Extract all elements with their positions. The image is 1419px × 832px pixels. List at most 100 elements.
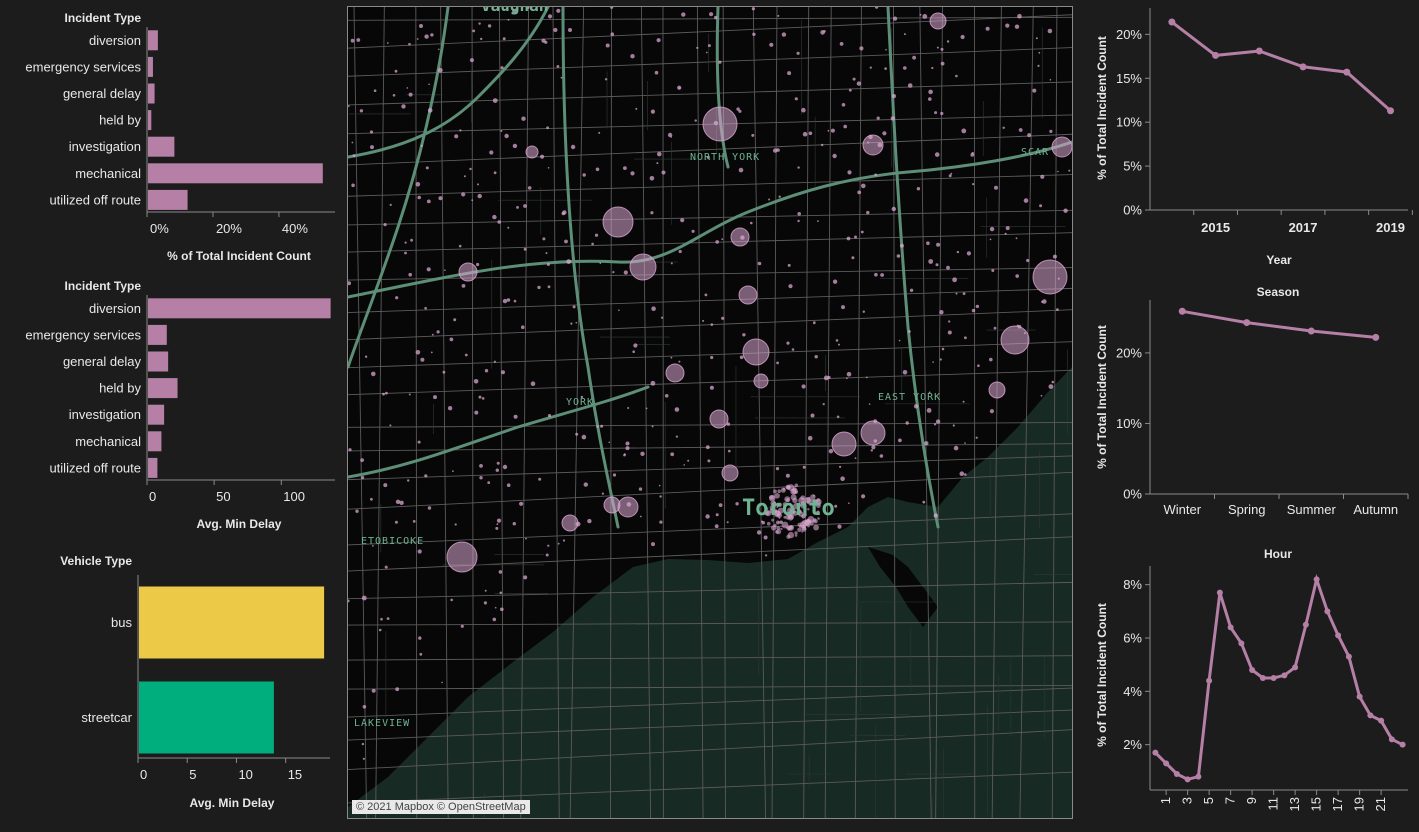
bar-emergency-services[interactable] <box>148 324 167 345</box>
data-point[interactable] <box>1399 741 1406 748</box>
data-point[interactable] <box>1195 773 1202 780</box>
data-point[interactable] <box>1387 107 1395 115</box>
incident-hotspot[interactable] <box>730 227 750 247</box>
incident-hotspot[interactable] <box>561 514 579 532</box>
incident-hotspot[interactable] <box>617 496 639 518</box>
incident-hotspot[interactable] <box>1051 136 1072 158</box>
data-point[interactable] <box>1372 333 1380 341</box>
incident-hotspot[interactable] <box>753 373 769 389</box>
data-point[interactable] <box>1302 621 1309 628</box>
incident-hotspot[interactable] <box>525 145 539 159</box>
data-point[interactable] <box>1292 664 1299 671</box>
data-point[interactable] <box>1299 63 1307 71</box>
bar-held-by[interactable] <box>148 378 178 399</box>
incident-point <box>807 435 813 441</box>
data-point[interactable] <box>1270 675 1277 681</box>
data-point[interactable] <box>1249 667 1256 673</box>
map-canvas[interactable]: Vaughan NORTH YORK SCAR YORK EAST YORK T… <box>348 7 1072 818</box>
incident-hotspot[interactable] <box>603 496 621 514</box>
incident-hotspot[interactable] <box>738 285 758 305</box>
data-point[interactable] <box>1307 327 1315 335</box>
data-point[interactable] <box>1281 672 1288 679</box>
bar-utilized-off-route[interactable] <box>148 457 158 478</box>
data-point[interactable] <box>1184 776 1191 783</box>
bar-diversion[interactable] <box>148 298 331 319</box>
data-point[interactable] <box>1343 68 1351 76</box>
incident-hotspot[interactable] <box>665 363 685 383</box>
data-point[interactable] <box>1212 51 1220 59</box>
data-point[interactable] <box>1356 693 1363 700</box>
incident-point <box>787 263 791 267</box>
bar-investigation[interactable] <box>148 404 165 425</box>
tick-label: 0% <box>150 221 169 236</box>
incident-hotspot[interactable] <box>860 420 886 446</box>
incident-point <box>846 236 851 241</box>
data-point[interactable] <box>1168 18 1176 26</box>
incident-hotspot[interactable] <box>458 262 478 282</box>
category-label-mechanical: mechanical <box>75 434 141 449</box>
data-point[interactable] <box>1238 640 1245 647</box>
bar-general-delay[interactable] <box>148 83 155 104</box>
incident-hotspot[interactable] <box>446 541 478 573</box>
bar-emergency-services[interactable] <box>148 56 153 77</box>
data-point[interactable] <box>1216 589 1223 596</box>
incident-point <box>794 531 798 535</box>
series-line[interactable] <box>1170 20 1392 112</box>
data-point[interactable] <box>1313 576 1320 583</box>
data-point[interactable] <box>1324 608 1331 615</box>
hour-tick-label: 5 <box>1201 797 1216 804</box>
data-point[interactable] <box>1378 717 1385 724</box>
incident-hotspot[interactable] <box>721 464 739 482</box>
incident-hotspot[interactable] <box>988 381 1006 399</box>
data-point[interactable] <box>1178 307 1186 315</box>
incident-point <box>1052 254 1057 259</box>
data-point[interactable] <box>1255 47 1263 55</box>
incident-hotspot[interactable] <box>1032 259 1068 295</box>
data-point[interactable] <box>1163 760 1170 767</box>
data-point[interactable] <box>1335 632 1342 639</box>
data-point[interactable] <box>1206 677 1213 684</box>
bar-general-delay[interactable] <box>148 351 169 372</box>
series-line[interactable] <box>1154 573 1404 781</box>
incident-point <box>802 131 808 137</box>
incident-hotspot[interactable] <box>602 206 634 238</box>
data-point[interactable] <box>1243 319 1251 327</box>
map-attribution[interactable]: © 2021 Mapbox © OpenStreetMap <box>352 800 530 814</box>
data-point[interactable] <box>1152 749 1159 756</box>
bar-utilized-off-route[interactable] <box>148 189 188 210</box>
data-point[interactable] <box>1345 653 1352 660</box>
bar-diversion[interactable] <box>148 30 158 51</box>
incident-point <box>604 78 608 81</box>
incident-hotspot[interactable] <box>862 134 884 156</box>
incident-hotspot[interactable] <box>831 431 857 457</box>
incident-point <box>487 24 492 28</box>
bar-held-by[interactable] <box>148 110 152 131</box>
data-point[interactable] <box>1173 771 1180 777</box>
incident-point <box>408 272 412 277</box>
incident-point <box>547 167 550 169</box>
series-line[interactable] <box>1182 309 1376 339</box>
incident-hotspot[interactable] <box>702 106 738 142</box>
incident-point <box>562 539 566 542</box>
incident-hotspot[interactable] <box>1000 325 1030 355</box>
bar-bus[interactable] <box>139 586 325 659</box>
incident-point <box>350 38 355 43</box>
data-point[interactable] <box>1388 736 1395 743</box>
street <box>348 422 1072 428</box>
bar-streetcar[interactable] <box>139 681 274 754</box>
incident-hotspot[interactable] <box>742 338 770 366</box>
data-point[interactable] <box>1259 675 1266 681</box>
incident-hotspot[interactable] <box>629 253 657 281</box>
incident-point <box>651 542 655 547</box>
incident-point <box>788 284 793 289</box>
bar-investigation[interactable] <box>148 136 175 157</box>
data-point[interactable] <box>1227 624 1234 631</box>
incident-map[interactable]: Vaughan NORTH YORK SCAR YORK EAST YORK T… <box>347 6 1073 819</box>
incident-point <box>735 502 739 506</box>
incident-point <box>476 262 480 267</box>
bar-mechanical[interactable] <box>148 163 323 184</box>
incident-hotspot[interactable] <box>709 409 729 429</box>
data-point[interactable] <box>1367 712 1374 719</box>
incident-hotspot[interactable] <box>929 12 947 30</box>
bar-mechanical[interactable] <box>148 431 162 452</box>
